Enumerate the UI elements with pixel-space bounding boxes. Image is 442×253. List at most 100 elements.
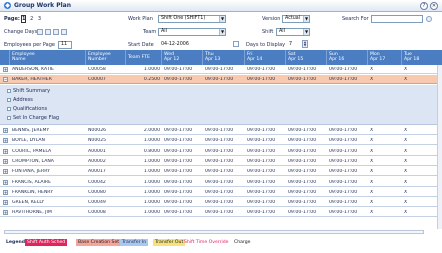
- col-header-day-1[interactable]: Wed Apr 12: [162, 50, 203, 65]
- cell-day-7[interactable]: X: [404, 169, 440, 174]
- cell-day-5[interactable]: 09:00-17:00: [329, 180, 368, 185]
- cell-day-4[interactable]: 09:00-17:00: [288, 200, 327, 205]
- cell-day-4[interactable]: 09:00-17:00: [288, 149, 327, 154]
- detail-checkbox[interactable]: [7, 115, 11, 120]
- cell-day-1[interactable]: 09:00-17:00: [164, 67, 203, 72]
- employees-per-page-input[interactable]: 11: [58, 41, 72, 49]
- team-select[interactable]: All ▼: [158, 28, 226, 36]
- calendar-icon[interactable]: [233, 41, 239, 47]
- cell-day-7[interactable]: X: [404, 128, 440, 133]
- table-row[interactable]: + BENNIS, JEREMY N00026 2.0000 09:00-17:00 09…: [0, 126, 442, 135]
- cell-day-1[interactable]: 09:00-17:00: [164, 149, 203, 154]
- expand-row-icon[interactable]: +: [3, 210, 8, 216]
- cell-day-4[interactable]: 09:00-17:00: [288, 67, 327, 72]
- cell-day-1[interactable]: 09:00-17:00: [164, 210, 203, 215]
- expand-row-icon[interactable]: +: [3, 169, 8, 175]
- table-row[interactable]: + FRANCIS, ALAIRE C00042 1.0000 09:00-17:00 0…: [0, 177, 442, 187]
- cell-day-3[interactable]: 09:00-17:00: [247, 128, 286, 133]
- search-input[interactable]: [371, 15, 423, 23]
- cell-day-7[interactable]: X: [404, 180, 440, 185]
- cell-day-7[interactable]: X: [404, 138, 440, 143]
- cell-day-5[interactable]: 09:00-17:00: [329, 169, 368, 174]
- cell-day-5[interactable]: 09:00-17:00: [329, 128, 368, 133]
- detail-checkbox[interactable]: [7, 97, 11, 102]
- cell-day-4[interactable]: 09:00-17:00: [288, 180, 327, 185]
- detail-checkbox[interactable]: [7, 88, 11, 93]
- expand-row-icon[interactable]: +: [3, 138, 8, 144]
- page-link-3[interactable]: 3: [37, 15, 42, 23]
- expand-row-icon[interactable]: +: [3, 148, 8, 154]
- collapse-row-icon[interactable]: −: [3, 77, 8, 82]
- col-header-day-6[interactable]: Mon Apr 17: [368, 50, 402, 65]
- col-header-employee-name[interactable]: Employee Name: [10, 50, 86, 65]
- cell-day-3[interactable]: 09:00-17:00: [247, 149, 286, 154]
- cell-day-6[interactable]: X: [370, 77, 402, 82]
- cell-day-2[interactable]: 09:00-17:00: [205, 67, 245, 72]
- col-header-day-5[interactable]: Sun Apr 16: [327, 50, 368, 65]
- expand-row-icon[interactable]: +: [3, 67, 8, 72]
- version-select[interactable]: Actual ▼: [282, 15, 310, 23]
- cell-day-6[interactable]: X: [370, 138, 402, 143]
- cell-day-7[interactable]: X: [404, 190, 440, 195]
- cell-day-7[interactable]: X: [404, 77, 440, 82]
- cell-day-6[interactable]: X: [370, 200, 402, 205]
- cell-day-1[interactable]: 09:00-17:00: [164, 128, 203, 133]
- cell-day-3[interactable]: 09:00-17:00: [247, 159, 286, 164]
- cell-day-2[interactable]: 09:00-17:00: [205, 159, 245, 164]
- cell-day-4[interactable]: 09:00-17:00: [288, 169, 327, 174]
- cell-day-1[interactable]: 09:00-17:00: [164, 159, 203, 164]
- horizontal-scrollbar[interactable]: [4, 230, 424, 234]
- cell-day-3[interactable]: 09:00-17:00: [247, 190, 286, 195]
- cell-day-4[interactable]: 09:00-17:00: [288, 128, 327, 133]
- last-days-icon[interactable]: [61, 29, 67, 35]
- search-icon[interactable]: [426, 16, 432, 22]
- cell-day-2[interactable]: 09:00-17:00: [205, 210, 245, 215]
- cell-day-6[interactable]: X: [370, 190, 402, 195]
- cell-day-2[interactable]: 09:00-17:00: [205, 169, 245, 174]
- cell-day-2[interactable]: 09:00-17:00: [205, 128, 245, 133]
- table-row[interactable]: + HAVITHORNE, JIM C00008 1.0000 09:00-17:00 0…: [0, 208, 442, 218]
- shift-select[interactable]: All ▼: [276, 28, 310, 36]
- prev-days-icon[interactable]: [45, 29, 51, 35]
- col-header-day-2[interactable]: Thu Apr 13: [203, 50, 245, 65]
- next-days-icon[interactable]: [53, 29, 59, 35]
- page-link-2[interactable]: 2: [29, 15, 34, 23]
- cell-day-6[interactable]: X: [370, 169, 402, 174]
- cell-day-7[interactable]: X: [404, 67, 440, 72]
- detail-checkbox[interactable]: [7, 106, 11, 111]
- cell-day-6[interactable]: X: [370, 128, 402, 133]
- cell-day-6[interactable]: X: [370, 67, 402, 72]
- cell-day-3[interactable]: 09:00-17:00: [247, 67, 286, 72]
- cell-day-1[interactable]: 09:00-17:00: [164, 138, 203, 143]
- work-plan-select[interactable]: Shift One (SHIFT1) ▼: [158, 15, 226, 23]
- detail-item-in-charge-flag[interactable]: Set In Charge Flag: [7, 115, 59, 121]
- cell-day-1[interactable]: 09:00-17:00: [164, 200, 203, 205]
- detail-item-qualifications[interactable]: Qualifications: [7, 106, 47, 112]
- vertical-scrollbar[interactable]: [437, 65, 442, 229]
- cell-day-2[interactable]: 09:00-17:00: [205, 200, 245, 205]
- cell-day-3[interactable]: 09:00-17:00: [247, 200, 286, 205]
- table-row[interactable]: + COURIC, PAMELA A00001 0.8000 09:00-17:00 09…: [0, 146, 442, 156]
- cell-day-4[interactable]: 09:00-17:00: [288, 77, 327, 82]
- cell-day-4[interactable]: 09:00-17:00: [288, 190, 327, 195]
- cell-day-1[interactable]: 09:00-17:00: [164, 190, 203, 195]
- cell-day-2[interactable]: 09:00-17:00: [205, 149, 245, 154]
- table-row[interactable]: + GREEN, KELLY C00049 1.0000 09:00-17:00 09:0…: [0, 198, 442, 208]
- cell-day-1[interactable]: 09:00-17:00: [164, 180, 203, 185]
- detail-item-address[interactable]: Address: [7, 97, 33, 103]
- cell-day-6[interactable]: X: [370, 149, 402, 154]
- cell-day-2[interactable]: 09:00-17:00: [205, 190, 245, 195]
- col-header-employee-number[interactable]: Employee Number: [86, 50, 126, 65]
- cell-day-1[interactable]: 09:00-17:00: [164, 169, 203, 174]
- close-button[interactable]: ✕: [430, 2, 438, 10]
- detail-item-shift-summary[interactable]: Shift Summary: [7, 88, 50, 94]
- page-link-1[interactable]: 1: [21, 15, 27, 23]
- days-to-display-input[interactable]: 7: [286, 41, 300, 49]
- col-header-day-7[interactable]: Tue Apr 18: [402, 50, 442, 65]
- expand-row-icon[interactable]: +: [3, 128, 8, 133]
- cell-day-7[interactable]: X: [404, 159, 440, 164]
- cell-day-5[interactable]: 09:00-17:00: [329, 67, 368, 72]
- cell-day-3[interactable]: 09:00-17:00: [247, 169, 286, 174]
- first-days-icon[interactable]: [37, 29, 43, 35]
- cell-day-5[interactable]: 09:00-17:00: [329, 138, 368, 143]
